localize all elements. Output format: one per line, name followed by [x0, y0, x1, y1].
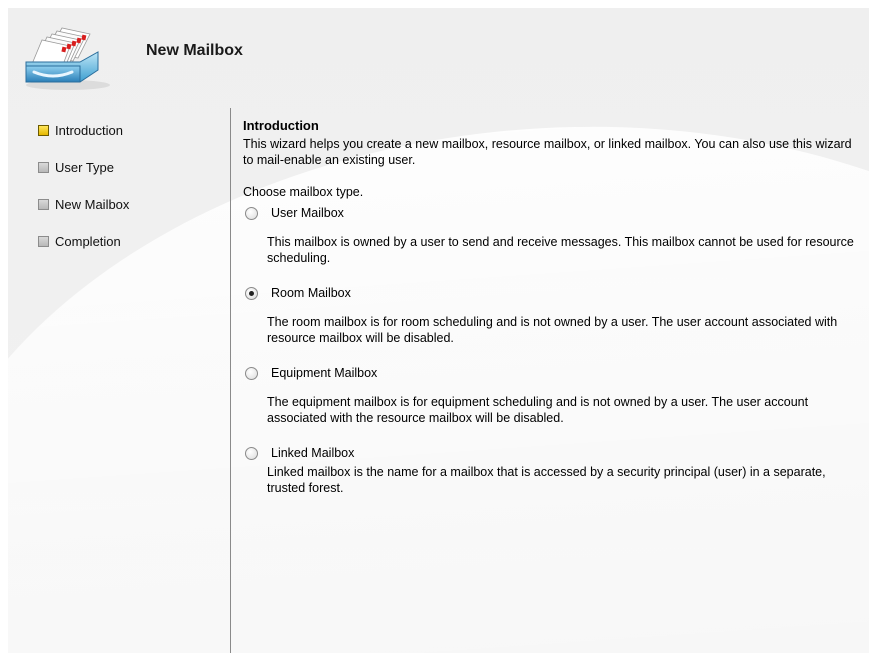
- step-label: New Mailbox: [55, 196, 130, 212]
- option-label[interactable]: User Mailbox: [271, 205, 344, 221]
- inactive-step-indicator-icon: [38, 161, 49, 173]
- equipment-mailbox-radio[interactable]: [245, 366, 258, 380]
- option-label[interactable]: Equipment Mailbox: [271, 365, 377, 381]
- active-step-indicator-icon: [38, 124, 49, 136]
- linked-mailbox-radio[interactable]: [245, 446, 258, 460]
- room-mailbox-radio[interactable]: [245, 286, 258, 300]
- option-label[interactable]: Linked Mailbox: [271, 445, 354, 461]
- wizard-title: New Mailbox: [146, 42, 243, 59]
- wizard-window: New Mailbox Introduction User Type New M…: [8, 8, 869, 653]
- user-mailbox-radio[interactable]: [245, 206, 258, 220]
- step-user-type[interactable]: User Type: [8, 157, 228, 177]
- wizard-content: Introduction This wizard helps you creat…: [243, 118, 858, 514]
- choose-label: Choose mailbox type.: [243, 185, 364, 199]
- wizard-header: New Mailbox: [8, 8, 869, 98]
- option-description: The room mailbox is for room scheduling …: [267, 315, 838, 345]
- room-mailbox-option[interactable]: Room Mailbox: [243, 284, 858, 302]
- option-description: This mailbox is owned by a user to send …: [267, 235, 854, 265]
- option-description: Linked mailbox is the name for a mailbox…: [267, 465, 826, 495]
- step-completion[interactable]: Completion: [8, 231, 228, 251]
- equipment-mailbox-option[interactable]: Equipment Mailbox: [243, 364, 858, 382]
- linked-mailbox-option[interactable]: Linked Mailbox: [243, 444, 858, 462]
- step-label: User Type: [55, 159, 115, 175]
- option-description: The equipment mailbox is for equipment s…: [267, 395, 809, 425]
- user-mailbox-option[interactable]: User Mailbox: [243, 204, 858, 222]
- step-label: Introduction: [55, 122, 123, 138]
- vertical-divider: [230, 108, 231, 653]
- step-label: Completion: [55, 233, 121, 249]
- inactive-step-indicator-icon: [38, 198, 49, 210]
- intro-text: This wizard helps you create a new mailb…: [243, 137, 852, 167]
- option-label[interactable]: Room Mailbox: [271, 285, 351, 301]
- step-introduction[interactable]: Introduction: [8, 120, 228, 140]
- inactive-step-indicator-icon: [38, 235, 49, 247]
- step-new-mailbox[interactable]: New Mailbox: [8, 194, 228, 214]
- section-title: Introduction: [243, 118, 319, 133]
- mailbox-tray-icon: [25, 27, 110, 90]
- wizard-steps-nav: Introduction User Type New Mailbox Compl…: [8, 120, 228, 268]
